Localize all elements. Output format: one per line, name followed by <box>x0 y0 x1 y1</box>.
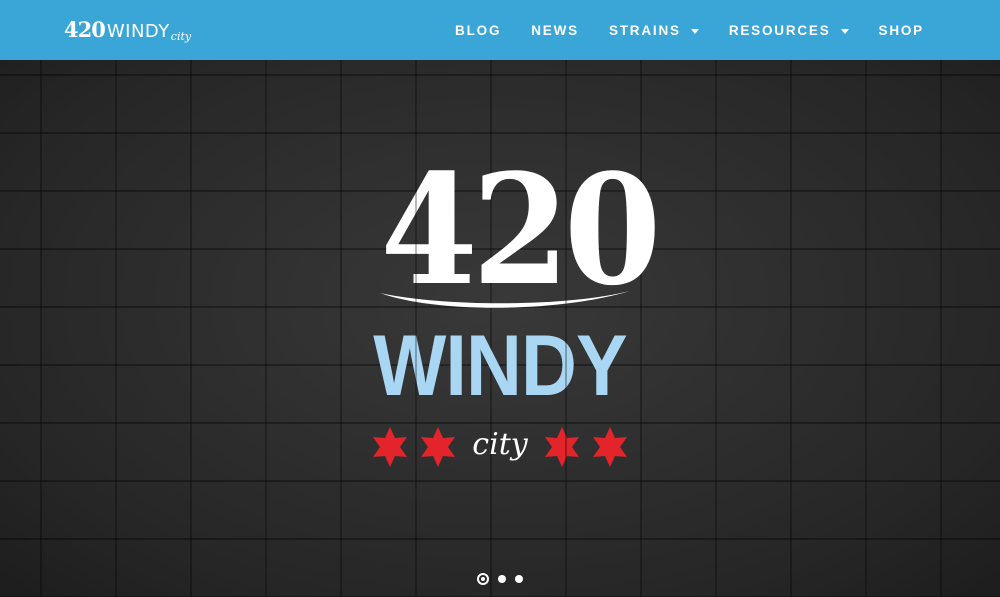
hero-slider: 420 WINDY city <box>0 60 1000 597</box>
six-point-star-icon <box>373 427 407 467</box>
brand-word: WINDY <box>106 21 170 42</box>
nav-item-label: BLOG <box>455 22 502 38</box>
slider-dot-3[interactable] <box>515 575 523 583</box>
nav-item-news[interactable]: NEWS <box>531 0 579 60</box>
logo-word: WINDY <box>373 318 627 414</box>
nav-item-resources[interactable]: RESOURCES <box>729 0 849 60</box>
brand-number: 420 <box>64 17 106 42</box>
slider-dot-1[interactable] <box>477 573 489 585</box>
nav-item-label: STRAINS <box>608 22 681 38</box>
six-point-star-icon <box>545 427 579 467</box>
six-point-star-icon <box>593 427 627 467</box>
nav-item-strains[interactable]: STRAINS <box>609 0 699 60</box>
main-nav: BLOG NEWS STRAINS RESOURCES SHOP <box>455 0 924 60</box>
nav-item-label: RESOURCES <box>728 22 831 38</box>
site-logo-link[interactable]: 420 WINDY city <box>64 16 191 44</box>
top-navbar: 420 WINDY city BLOG NEWS STRAINS RESOURC… <box>0 0 1000 60</box>
logo-swash-decoration <box>380 291 630 308</box>
brand-city-script: city <box>170 30 192 43</box>
nav-item-label: NEWS <box>531 22 579 38</box>
nav-item-label: SHOP <box>878 22 924 38</box>
logo-city-row: city <box>370 425 630 495</box>
nav-item-blog[interactable]: BLOG <box>455 0 501 60</box>
logo-number: 420 <box>380 140 661 319</box>
caret-down-icon <box>840 28 849 34</box>
slider-pagination <box>0 573 1000 585</box>
hero-logo: 420 WINDY city <box>340 140 661 505</box>
six-point-star-icon <box>421 427 455 467</box>
nav-item-shop[interactable]: SHOP <box>879 0 924 60</box>
logo-city-script: city <box>472 427 528 462</box>
caret-down-icon <box>690 28 699 34</box>
slider-dot-2[interactable] <box>498 575 506 583</box>
